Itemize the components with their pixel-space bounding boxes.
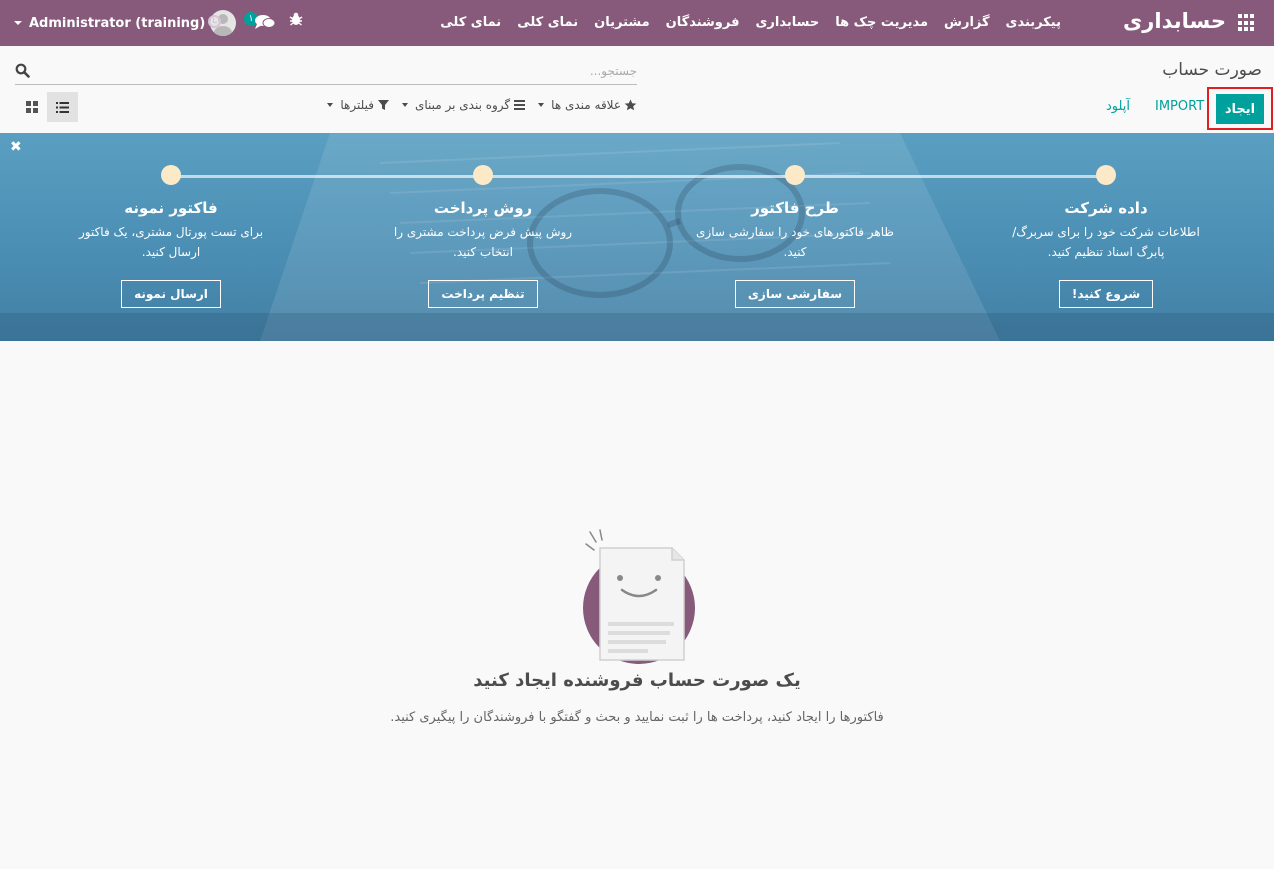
main-menu: نمای کلی نمای کلی مشتریان فروشندگان حساب… xyxy=(432,0,1069,46)
set-payment-button[interactable]: تنظیم پرداخت xyxy=(428,280,538,308)
top-navbar: حسابداری نمای کلی نمای کلی مشتریان فروشن… xyxy=(0,0,1274,46)
list-view-button[interactable] xyxy=(47,92,78,122)
search-bar xyxy=(15,58,637,85)
onboarding-banner: ✖ داده شرکت اطلاعات شرکت خود را برای سرب… xyxy=(0,133,1274,341)
step-sample-invoice: فاکتور نمونه برای تست پورتال مشتری، یک ف… xyxy=(31,165,311,308)
user-name: Administrator (training) xyxy=(29,15,206,31)
chevron-down-icon xyxy=(14,21,22,25)
bars-icon xyxy=(514,100,526,110)
step-title: فاکتور نمونه xyxy=(124,199,218,217)
send-sample-button[interactable]: ارسال نمونه xyxy=(121,280,221,308)
import-button[interactable]: IMPORT xyxy=(1155,99,1204,114)
empty-state-title: یک صورت حساب فروشنده ایجاد کنید xyxy=(473,670,801,691)
chevron-down-icon xyxy=(538,103,545,107)
step-title: طرح فاکتور xyxy=(751,199,839,217)
filter-icon xyxy=(377,100,389,110)
step-title: روش پرداخت xyxy=(433,199,533,217)
debug-bug-icon[interactable] xyxy=(289,12,303,30)
user-menu[interactable]: Administrator (training) xyxy=(14,10,237,36)
messaging-menu[interactable]: ۱ xyxy=(244,12,276,34)
th-large-icon xyxy=(25,101,38,113)
step-invoice-layout: طرح فاکتور ظاهر فاکتورهای خود را سفارشی … xyxy=(655,165,935,308)
favorites-dropdown[interactable]: علاقه مندی ها xyxy=(538,98,637,112)
app-brand: حسابداری xyxy=(1123,9,1226,33)
filters-label: فیلترها xyxy=(340,98,374,112)
step-company-data: داده شرکت اطلاعات شرکت خود را برای سربرگ… xyxy=(966,165,1246,308)
create-button-highlight: ایجاد xyxy=(1207,87,1273,130)
menu-item-reporting[interactable]: گزارش xyxy=(936,0,998,46)
menu-item-accounting[interactable]: حسابداری xyxy=(747,0,827,46)
customize-layout-button[interactable]: سفارشی سازی xyxy=(734,280,856,308)
menu-item-overview-2[interactable]: نمای کلی xyxy=(509,0,586,46)
step-description: برای تست پورتال مشتری، یک فاکتور ارسال ک… xyxy=(78,225,264,259)
menu-item-customers[interactable]: مشتریان xyxy=(586,0,658,46)
search-icon[interactable] xyxy=(15,63,30,78)
close-icon[interactable]: ✖ xyxy=(10,139,22,155)
group-by-label: گروه بندی بر مبنای xyxy=(414,98,511,112)
empty-invoice-illustration xyxy=(583,529,695,664)
chevron-down-icon xyxy=(327,103,334,107)
filters-dropdown[interactable]: فیلترها xyxy=(327,98,390,112)
kanban-view-button[interactable] xyxy=(16,92,47,122)
apps-menu-icon[interactable] xyxy=(1238,14,1256,32)
chevron-down-icon xyxy=(401,103,408,107)
search-options-toolbar: فیلترها گروه بندی بر مبنای علاقه مندی ها xyxy=(315,98,637,112)
menu-item-overview[interactable]: نمای کلی xyxy=(432,0,509,46)
empty-state-description: فاکتورها را ایجاد کنید، پرداخت ها را ثبت… xyxy=(390,710,884,725)
upload-button[interactable]: آپلود xyxy=(1106,99,1130,114)
activity-clock-icon[interactable] xyxy=(208,15,221,28)
list-icon xyxy=(56,101,69,113)
menu-item-vendors[interactable]: فروشندگان xyxy=(658,0,748,46)
step-payment-method: روش پرداخت روش پیش فرض پرداخت مشتری را ا… xyxy=(343,165,623,308)
star-icon xyxy=(624,99,637,111)
step-description: روش پیش فرض پرداخت مشتری را انتخاب کنید. xyxy=(393,225,573,259)
create-button[interactable]: ایجاد xyxy=(1216,94,1264,124)
step-description: اطلاعات شرکت خود را برای سربرگ/پابرگ اسن… xyxy=(1012,225,1200,259)
step-dot xyxy=(161,165,181,185)
step-dot xyxy=(785,165,805,185)
menu-item-configuration[interactable]: پیکربندی xyxy=(998,0,1069,46)
favorites-label: علاقه مندی ها xyxy=(551,98,621,112)
view-switcher xyxy=(16,92,78,122)
menu-item-check-management[interactable]: مدیریت چک ها xyxy=(827,0,936,46)
step-description: ظاهر فاکتورهای خود را سفارشی سازی کنید. xyxy=(696,225,894,259)
search-input[interactable] xyxy=(57,60,637,82)
start-company-data-button[interactable]: شروع کنید! xyxy=(1058,280,1154,308)
page-title: صورت حساب xyxy=(1162,60,1262,80)
step-dot xyxy=(473,165,493,185)
comments-icon xyxy=(255,15,276,29)
step-title: داده شرکت xyxy=(1064,199,1148,217)
group-by-dropdown[interactable]: گروه بندی بر مبنای xyxy=(401,98,526,112)
step-dot xyxy=(1096,165,1116,185)
